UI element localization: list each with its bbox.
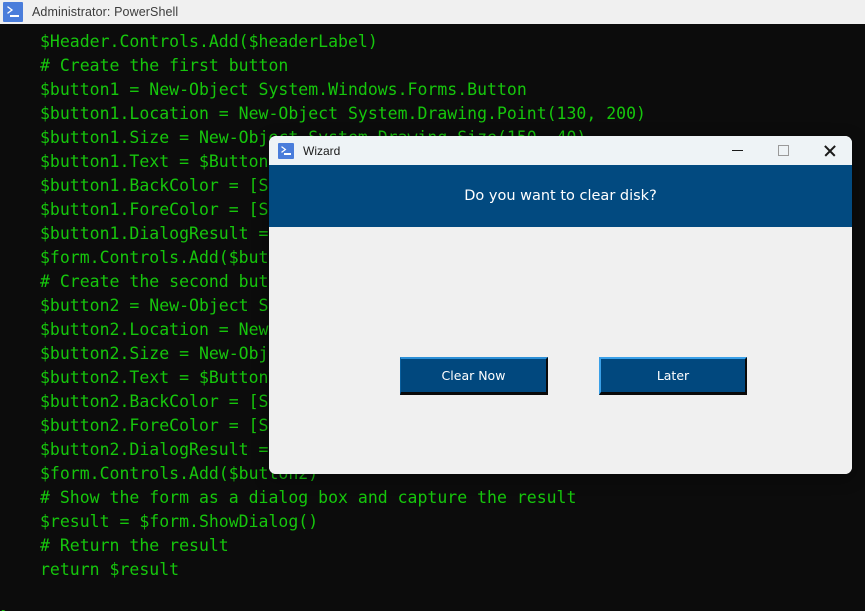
wizard-body: Clear Now Later [269,227,852,474]
powershell-icon [3,2,23,22]
maximize-icon [777,145,789,156]
console-line: # Show the form as a dialog box and capt… [40,488,577,507]
wizard-dialog: Wizard Do you want to clear disk? Clear … [269,136,852,474]
console-line: $result = $form.ShowDialog() [40,512,319,531]
maximize-button[interactable] [760,136,806,165]
screen: Administrator: PowerShell $Header.Contro… [0,0,865,611]
close-icon [823,144,836,157]
wizard-title: Wizard [303,143,341,158]
minimize-icon [731,149,743,152]
wizard-titlebar[interactable]: Wizard [269,136,852,165]
console-line: # Create the first button [40,56,289,75]
prompt-underscore-icon [284,153,291,155]
console-line: $button1 = New-Object System.Windows.For… [40,80,527,99]
powershell-window-title: Administrator: PowerShell [32,5,179,19]
close-button[interactable] [806,136,852,165]
prompt-chevron-icon [7,6,14,14]
prompt-underscore-icon [10,15,19,17]
console-line: # Return the result [40,536,229,555]
powershell-icon [278,142,294,159]
console-line: $Header.Controls.Add($headerLabel) [40,32,378,51]
later-button[interactable]: Later [599,357,747,395]
wizard-prompt-text: Do you want to clear disk? [464,188,657,204]
wizard-header-banner: Do you want to clear disk? [269,165,852,227]
prompt-chevron-icon [281,145,287,153]
minimize-button[interactable] [714,136,760,165]
wizard-window-controls [714,136,852,165]
console-line: return $result [40,560,180,579]
console-line: $button1.Location = New-Object System.Dr… [40,104,646,123]
console-line: } [0,606,865,611]
clear-now-button[interactable]: Clear Now [400,357,548,395]
powershell-titlebar: Administrator: PowerShell [0,0,865,25]
